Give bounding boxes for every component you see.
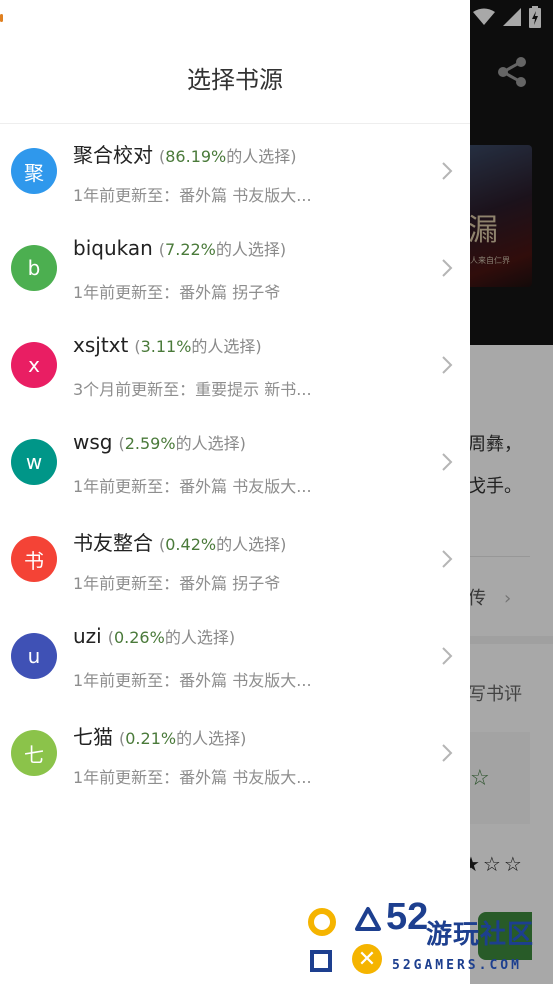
watermark-logo: ✕ 52 游玩社区 52GAMERS.COM bbox=[300, 896, 553, 984]
circle-shape-icon bbox=[308, 908, 336, 936]
source-update-info: 1年前更新至：番外篇 书友版大... bbox=[73, 186, 312, 205]
source-percent-suffix: 的人选择) bbox=[176, 729, 247, 748]
source-update-info: 1年前更新至：番外篇 拐子爷 bbox=[73, 574, 281, 593]
source-percent: 86.19% bbox=[165, 147, 227, 166]
source-name: wsg bbox=[73, 430, 113, 454]
source-percent-suffix: 的人选择) bbox=[215, 240, 287, 259]
source-title-line: 书友整合 (0.42%的人选择) bbox=[73, 527, 286, 556]
source-percent-suffix: 的人选择) bbox=[164, 628, 236, 647]
source-name: biqukan bbox=[73, 236, 153, 260]
chevron-right-icon bbox=[442, 453, 453, 471]
source-avatar: 聚 bbox=[11, 148, 57, 194]
source-item[interactable]: 七七猫 (0.21%的人选择) 1年前更新至：番外篇 书友版大... bbox=[0, 706, 470, 803]
chevron-right-icon bbox=[442, 162, 453, 180]
source-name: xsjtxt bbox=[73, 333, 129, 357]
source-title-line: 七猫 (0.21%的人选择) bbox=[73, 721, 246, 750]
source-update-info: 1年前更新至：番外篇 书友版大... bbox=[73, 671, 312, 690]
source-item[interactable]: 聚聚合校对 (86.19%的人选择) 1年前更新至：番外篇 书友版大... bbox=[0, 124, 470, 221]
square-shape-icon bbox=[310, 950, 332, 972]
source-list: 聚聚合校对 (86.19%的人选择) 1年前更新至：番外篇 书友版大... b biqu… bbox=[0, 124, 470, 803]
source-avatar: u bbox=[11, 633, 57, 679]
source-percent-suffix: 的人选择) bbox=[216, 535, 287, 554]
source-drawer: 选择书源 聚聚合校对 (86.19%的人选择) 1年前更新至：番外篇 书友版大...… bbox=[0, 0, 470, 984]
source-name: uzi bbox=[73, 624, 102, 648]
source-update-info: 1年前更新至：番外篇 书友版大... bbox=[73, 477, 312, 496]
source-update-info: 1年前更新至：番外篇 拐子爷 bbox=[73, 283, 281, 302]
status-indicator-dot bbox=[0, 14, 3, 22]
drawer-title: 选择书源 bbox=[187, 66, 283, 94]
source-title-line: 聚合校对 (86.19%的人选择) bbox=[73, 139, 297, 168]
source-percent-suffix: 的人选择) bbox=[226, 147, 297, 166]
source-name: 七猫 bbox=[73, 725, 113, 749]
chevron-right-icon bbox=[442, 744, 453, 762]
source-item[interactable]: u uzi (0.26%的人选择) 1年前更新至：番外篇 书友版大... bbox=[0, 609, 470, 706]
source-title-line: xsjtxt (3.11%的人选择) bbox=[73, 333, 262, 357]
source-percent: 7.22% bbox=[165, 240, 216, 259]
watermark-site: 52GAMERS.COM bbox=[392, 958, 522, 973]
source-percent: 2.59% bbox=[124, 434, 176, 453]
chevron-right-icon bbox=[442, 647, 453, 665]
source-update-info: 1年前更新至：番外篇 书友版大... bbox=[73, 768, 312, 787]
source-name: 聚合校对 bbox=[73, 143, 153, 167]
source-title-line: biqukan (7.22%的人选择) bbox=[73, 236, 286, 260]
source-percent: 3.11% bbox=[140, 337, 192, 356]
source-name: 书友整合 bbox=[73, 531, 153, 555]
chevron-right-icon bbox=[442, 356, 453, 374]
source-percent: 0.26% bbox=[113, 628, 165, 647]
source-avatar: b bbox=[11, 245, 57, 291]
chevron-right-icon bbox=[442, 550, 453, 568]
source-item[interactable]: w wsg (2.59%的人选择) 1年前更新至：番外篇 书友版大... bbox=[0, 415, 470, 512]
cross-shape-icon: ✕ bbox=[352, 944, 382, 974]
source-title-line: wsg (2.59%的人选择) bbox=[73, 430, 246, 454]
source-percent: 0.42% bbox=[165, 535, 217, 554]
source-avatar: w bbox=[11, 439, 57, 485]
source-percent-suffix: 的人选择) bbox=[175, 434, 246, 453]
source-title-line: uzi (0.26%的人选择) bbox=[73, 624, 235, 648]
source-avatar: 书 bbox=[11, 536, 57, 582]
source-update-info: 3个月前更新至：重要提示 新书... bbox=[73, 380, 312, 399]
source-item[interactable]: x xsjtxt (3.11%的人选择) 3个月前更新至：重要提示 新书... bbox=[0, 318, 470, 415]
source-percent-suffix: 的人选择) bbox=[191, 337, 262, 356]
chevron-right-icon bbox=[442, 259, 453, 277]
source-percent: 0.21% bbox=[125, 729, 177, 748]
watermark-number: 52 bbox=[386, 896, 429, 938]
watermark-brand: 游玩社区 bbox=[426, 920, 535, 950]
source-avatar: 七 bbox=[11, 730, 57, 776]
triangle-shape-icon bbox=[355, 907, 381, 931]
source-item[interactable]: b biqukan (7.22%的人选择) 1年前更新至：番外篇 拐子爷 bbox=[0, 221, 470, 318]
source-item[interactable]: 书书友整合 (0.42%的人选择) 1年前更新至：番外篇 拐子爷 bbox=[0, 512, 470, 609]
source-avatar: x bbox=[11, 342, 57, 388]
